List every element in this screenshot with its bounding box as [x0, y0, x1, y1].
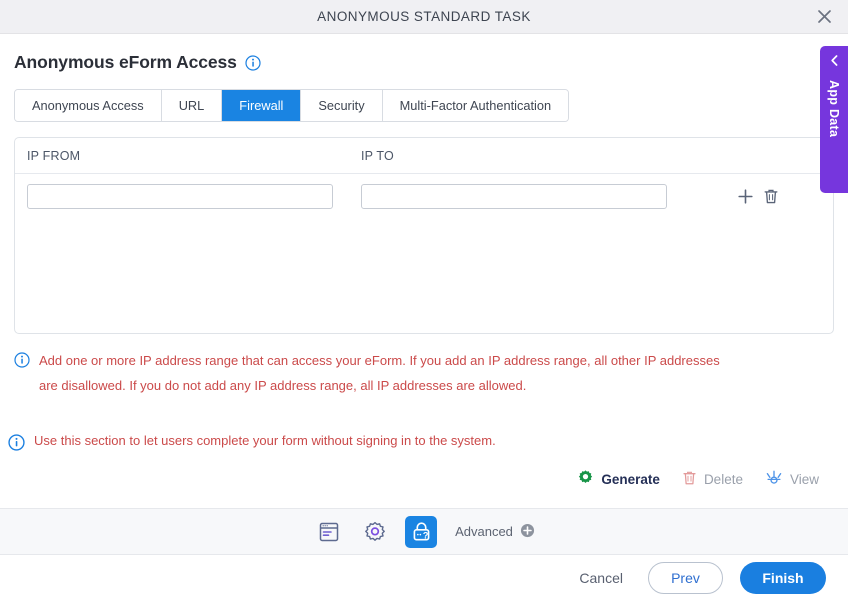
- delete-button[interactable]: Delete: [682, 470, 743, 489]
- trash-icon: [682, 470, 697, 489]
- page-content: Anonymous eForm Access Anonymous Access …: [0, 34, 848, 504]
- firewall-help-note: Add one or more IP address range that ca…: [14, 348, 834, 398]
- add-row-icon[interactable]: [737, 188, 754, 205]
- window-title: ANONYMOUS STANDARD TASK: [317, 9, 531, 24]
- window-titlebar: ANONYMOUS STANDARD TASK: [0, 0, 848, 34]
- anonymous-section-text: Use this section to let users complete y…: [34, 433, 496, 448]
- plus-circle-icon[interactable]: [520, 523, 535, 541]
- bottom-toolbar: ? Advanced: [0, 508, 848, 555]
- cell-ip-from: [27, 184, 361, 209]
- cell-ip-to: [361, 184, 695, 209]
- tab-security[interactable]: Security: [301, 90, 383, 121]
- settings-tabs: Anonymous Access URL Firewall Security M…: [14, 89, 570, 122]
- row-actions: [737, 188, 779, 205]
- delete-row-icon[interactable]: [763, 188, 779, 205]
- finish-button[interactable]: Finish: [740, 561, 826, 594]
- column-header-ip-from: IP FROM: [27, 148, 81, 163]
- tab-firewall[interactable]: Firewall: [222, 90, 302, 121]
- link-actions: Generate Delete View: [14, 469, 834, 489]
- generate-button[interactable]: Generate: [577, 469, 660, 489]
- advanced-button[interactable]: Advanced: [455, 523, 535, 541]
- table-row: [15, 174, 833, 209]
- dialog-footer: Cancel Prev Finish: [0, 555, 848, 600]
- view-button[interactable]: View: [765, 469, 819, 489]
- generate-label: Generate: [601, 471, 660, 487]
- gear-icon[interactable]: [359, 516, 391, 548]
- view-label: View: [789, 471, 819, 487]
- app-data-label: App Data: [827, 80, 841, 138]
- view-icon: [765, 469, 783, 489]
- app-data-panel-tab[interactable]: App Data: [820, 46, 848, 193]
- cancel-button[interactable]: Cancel: [571, 564, 631, 592]
- ip-from-input[interactable]: [27, 184, 333, 209]
- page-title: Anonymous eForm Access: [14, 52, 237, 72]
- form-icon[interactable]: [313, 516, 345, 548]
- tab-url[interactable]: URL: [161, 90, 223, 121]
- prev-button[interactable]: Prev: [648, 561, 723, 594]
- ip-range-table: IP FROM IP TO: [14, 137, 834, 334]
- page-title-row: Anonymous eForm Access: [14, 34, 834, 73]
- chevron-left-icon: [829, 54, 840, 72]
- gear-icon: [577, 469, 594, 489]
- advanced-label: Advanced: [455, 524, 513, 539]
- ip-to-input[interactable]: [361, 184, 667, 209]
- column-header-ip-to: IP TO: [361, 148, 394, 163]
- info-icon: [14, 352, 30, 373]
- table-header-row: IP FROM IP TO: [15, 138, 833, 174]
- tab-multi-factor-authentication[interactable]: Multi-Factor Authentication: [382, 90, 569, 121]
- tab-anonymous-access[interactable]: Anonymous Access: [15, 90, 162, 121]
- anonymous-section-note: Use this section to let users complete y…: [8, 432, 834, 456]
- delete-label: Delete: [703, 471, 743, 487]
- close-icon[interactable]: [810, 3, 838, 31]
- anonymous-standard-task-dialog: ANONYMOUS STANDARD TASK Anonymous eForm …: [0, 0, 848, 600]
- lock-question-icon[interactable]: ?: [405, 515, 438, 548]
- info-icon: [8, 434, 25, 456]
- firewall-help-text: Add one or more IP address range that ca…: [39, 353, 720, 393]
- svg-text:?: ?: [422, 531, 428, 541]
- info-icon[interactable]: [245, 54, 261, 71]
